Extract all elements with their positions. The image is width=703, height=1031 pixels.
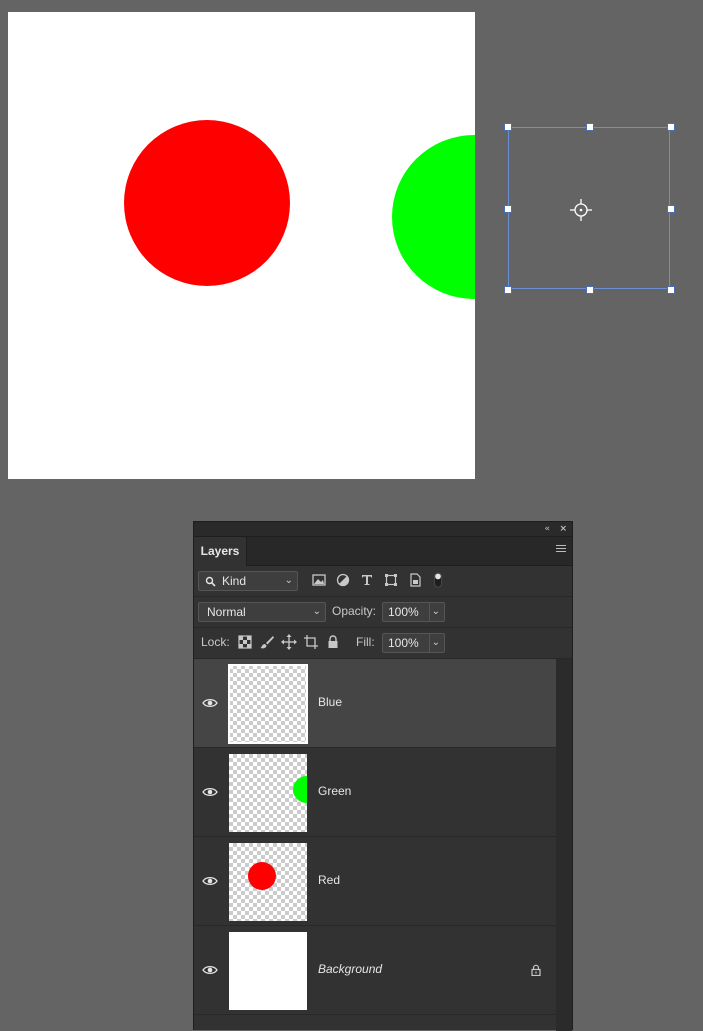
eye-icon[interactable] [202, 875, 218, 887]
panel-title-bar[interactable]: « × [194, 522, 572, 537]
transform-handle-bottom[interactable] [586, 286, 594, 294]
blend-mode-value: Normal [207, 605, 246, 619]
opacity-value: 100% [388, 605, 419, 619]
transform-handle-top-right[interactable] [667, 123, 675, 131]
lock-image-icon[interactable] [259, 634, 275, 650]
filter-row: Kind ⌄ [194, 566, 572, 597]
fill-field[interactable]: 100% ⌄ [382, 633, 445, 653]
lock-transparent-icon[interactable] [237, 634, 253, 650]
transform-handle-bottom-left[interactable] [504, 286, 512, 294]
layer-row-blue[interactable]: Blue [194, 659, 556, 748]
layer-row-red[interactable]: Red [194, 837, 556, 926]
chevron-down-icon: ⌄ [431, 606, 440, 617]
layer-name[interactable]: Green [318, 784, 351, 798]
search-icon [205, 576, 216, 587]
transform-handle-top-left[interactable] [504, 123, 512, 131]
fill-label: Fill: [356, 635, 375, 649]
lock-row: Lock: Fill: 100% ⌄ [194, 628, 572, 659]
green-circle-thumbnail [293, 776, 307, 803]
layers-panel: « × Layers Kind ⌄ Normal ⌄ Opacity: 100%… [193, 521, 573, 1031]
chevron-down-icon: ⌄ [431, 637, 440, 648]
eye-icon[interactable] [202, 786, 218, 798]
layers-scrollbar[interactable] [556, 659, 572, 1031]
panel-menu-icon[interactable] [556, 545, 566, 554]
filter-kind-dropdown[interactable]: Kind ⌄ [198, 571, 298, 591]
lock-label: Lock: [201, 635, 230, 649]
blend-row: Normal ⌄ Opacity: 100% ⌄ [194, 597, 572, 628]
layer-thumbnail[interactable] [228, 664, 308, 744]
filter-toggle-icon[interactable] [433, 572, 443, 588]
fill-value: 100% [388, 636, 419, 650]
lock-artboard-icon[interactable] [303, 634, 319, 650]
close-panel-icon[interactable]: × [559, 522, 567, 536]
chevron-down-icon: ⌄ [312, 606, 321, 617]
transform-handle-left[interactable] [504, 205, 512, 213]
filter-kind-label: Kind [222, 574, 247, 588]
layer-name[interactable]: Blue [318, 695, 342, 709]
chevron-down-icon: ⌄ [284, 575, 293, 586]
image-filter-icon[interactable] [311, 572, 327, 588]
layer-row-green[interactable]: Green [194, 748, 556, 837]
red-circle [124, 120, 290, 286]
adjustment-filter-icon[interactable] [335, 572, 351, 588]
panel-tab-row: Layers [194, 537, 572, 566]
transform-handle-right[interactable] [667, 205, 675, 213]
transform-handle-bottom-right[interactable] [667, 286, 675, 294]
type-filter-icon[interactable] [359, 572, 375, 588]
shape-filter-icon[interactable] [383, 572, 399, 588]
transform-handle-top[interactable] [586, 123, 594, 131]
layer-thumbnail[interactable] [229, 843, 307, 921]
reference-point-icon[interactable] [570, 199, 592, 221]
eye-icon[interactable] [202, 697, 218, 709]
green-circle [392, 135, 475, 299]
collapse-panel-icon[interactable]: « [544, 522, 550, 536]
tab-layers[interactable]: Layers [194, 537, 247, 566]
opacity-field[interactable]: 100% ⌄ [382, 602, 445, 622]
opacity-label: Opacity: [332, 604, 377, 618]
blend-mode-dropdown[interactable]: Normal ⌄ [198, 602, 326, 622]
lock-icon[interactable] [530, 964, 542, 976]
layer-name[interactable]: Background [318, 962, 382, 976]
layers-list: Blue Green Red Background [194, 659, 556, 1015]
red-circle-thumbnail [248, 862, 276, 890]
layer-thumbnail[interactable] [229, 932, 307, 1010]
layer-row-background[interactable]: Background [194, 926, 556, 1015]
document-canvas[interactable] [8, 12, 475, 479]
eye-icon[interactable] [202, 964, 218, 976]
layer-thumbnail[interactable] [229, 754, 307, 832]
layer-name[interactable]: Red [318, 873, 340, 887]
lock-all-icon[interactable] [325, 634, 341, 650]
smart-object-filter-icon[interactable] [407, 572, 423, 588]
lock-position-icon[interactable] [281, 634, 297, 650]
